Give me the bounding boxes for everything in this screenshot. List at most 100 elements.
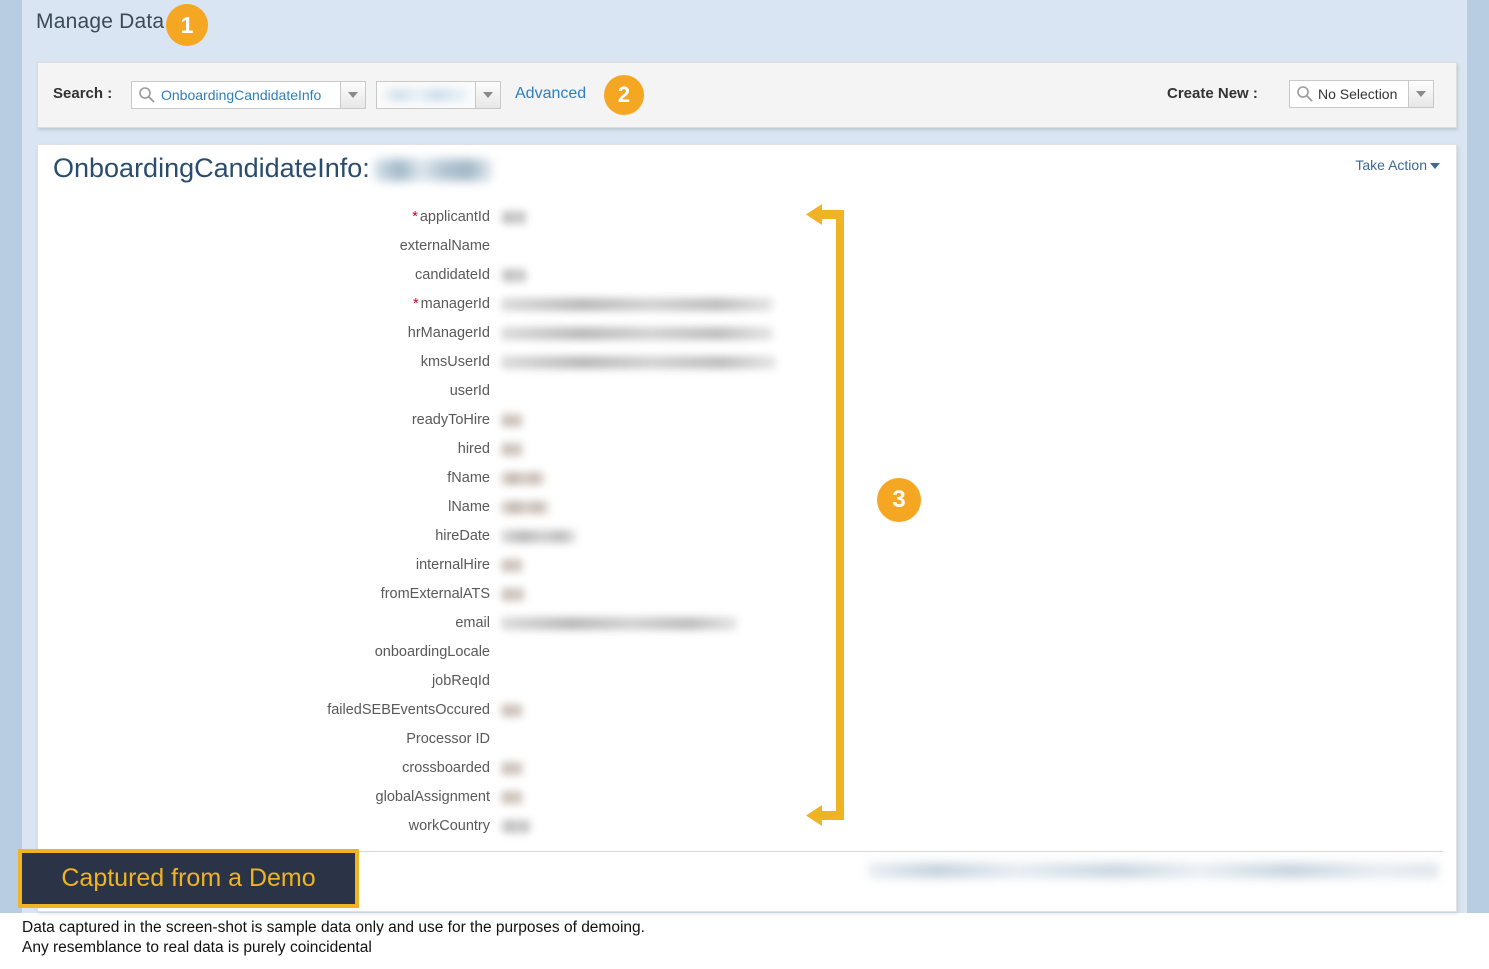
disclaimer-line-1: Data captured in the screen-shot is samp…: [22, 919, 645, 936]
disclaimer-line-2: Any resemblance to real data is purely c…: [22, 939, 372, 956]
field-row: userId: [38, 377, 1456, 406]
field-row: workCountry: [38, 812, 1456, 841]
field-label-text: crossboarded: [402, 760, 490, 776]
create-new-select[interactable]: No Selection: [1289, 80, 1434, 108]
field-row: email: [38, 609, 1456, 638]
field-value-redacted: [501, 588, 525, 601]
field-row: hireDate: [38, 522, 1456, 551]
field-value-redacted: [501, 704, 523, 717]
field-value-redacted: [501, 791, 523, 804]
field-value-redacted: [501, 617, 737, 630]
field-label-text: internalHire: [415, 557, 490, 573]
field-value-redacted: [501, 762, 523, 775]
field-value-redacted: [501, 211, 527, 224]
chevron-down-icon: [1430, 163, 1440, 170]
field-value-redacted: [501, 356, 776, 369]
field-label: fromExternalATS: [38, 580, 490, 609]
right-edge-strip: [1467, 0, 1489, 913]
field-row: onboardingLocale: [38, 638, 1456, 667]
create-new-value: No Selection: [1318, 86, 1398, 102]
field-row: * managerId: [38, 290, 1456, 319]
field-value-redacted: [501, 472, 545, 485]
field-label: * applicantId: [38, 203, 490, 232]
search-input[interactable]: OnboardingCandidateInfo: [131, 81, 366, 109]
advanced-search-link[interactable]: Advanced: [515, 85, 586, 103]
field-label-text: jobReqId: [431, 673, 490, 689]
field-value-redacted: [501, 559, 523, 572]
search-icon: [1297, 86, 1313, 102]
annotation-marker-2: 2: [604, 75, 644, 115]
field-row: lName: [38, 493, 1456, 522]
field-label: internalHire: [38, 551, 490, 580]
field-label-text: readyToHire: [411, 412, 490, 428]
record-type-dropdown-toggle[interactable]: [475, 82, 500, 108]
updated-by-text: [868, 863, 1438, 878]
field-label-text: globalAssignment: [375, 789, 490, 805]
record-type-select[interactable]: [376, 81, 501, 109]
record-field-list: * applicantId externalName candidateId * mana…: [38, 203, 1456, 841]
page-title: Manage Data: [36, 10, 165, 33]
field-label: userId: [38, 377, 490, 406]
field-label: hireDate: [38, 522, 490, 551]
disclaimer: Data captured in the screen-shot is samp…: [22, 918, 1222, 958]
field-label-text: applicantId: [419, 209, 490, 225]
field-label-text: kmsUserId: [420, 354, 490, 370]
annotation-marker-3: 3: [877, 478, 921, 522]
header-bar: Manage Data: [22, 0, 1467, 52]
field-label: readyToHire: [38, 406, 490, 435]
create-new-dropdown-toggle[interactable]: [1408, 81, 1433, 107]
record-card: OnboardingCandidateInfo: Take Action * ap…: [37, 144, 1457, 912]
record-name-redacted: [373, 158, 492, 181]
field-label-text: externalName: [399, 238, 490, 254]
field-row: kmsUserId: [38, 348, 1456, 377]
take-action-label: Take Action: [1355, 157, 1427, 173]
left-edge-strip: [0, 0, 22, 913]
search-dropdown-toggle[interactable]: [340, 82, 365, 108]
field-label-text: failedSEBEventsOccured: [327, 702, 490, 718]
record-entity-label: OnboardingCandidateInfo:: [53, 153, 370, 183]
field-label: failedSEBEventsOccured: [38, 696, 490, 725]
field-label: lName: [38, 493, 490, 522]
field-label: externalName: [38, 232, 490, 261]
field-label: workCountry: [38, 812, 490, 841]
field-label: fName: [38, 464, 490, 493]
chevron-down-icon: [1416, 91, 1426, 97]
field-label-text: managerId: [420, 296, 490, 312]
field-row: fromExternalATS: [38, 580, 1456, 609]
field-value-redacted: [501, 530, 576, 543]
field-label: kmsUserId: [38, 348, 490, 377]
create-new-label: Create New :: [1167, 85, 1258, 102]
field-value-redacted: [501, 298, 773, 311]
field-label-text: candidateId: [415, 267, 490, 283]
app-page: Manage Data 1 Search : OnboardingCandida…: [0, 0, 1489, 969]
field-row: Processor ID: [38, 725, 1456, 754]
field-label-text: fromExternalATS: [380, 586, 490, 602]
field-label-text: hired: [457, 441, 490, 457]
required-asterisk: *: [413, 296, 419, 312]
field-label-text: workCountry: [408, 818, 490, 834]
demo-badge: Captured from a Demo: [18, 849, 359, 908]
field-label: * managerId: [38, 290, 490, 319]
field-label-text: onboardingLocale: [374, 644, 490, 660]
field-row: hrManagerId: [38, 319, 1456, 348]
field-row: * applicantId: [38, 203, 1456, 232]
field-value-redacted: [501, 327, 773, 340]
field-label: hrManagerId: [38, 319, 490, 348]
demo-badge-label: Captured from a Demo: [61, 864, 316, 892]
chevron-down-icon: [348, 92, 358, 98]
field-label: hired: [38, 435, 490, 464]
field-label: crossboarded: [38, 754, 490, 783]
field-label: candidateId: [38, 261, 490, 290]
take-action-menu[interactable]: Take Action: [1355, 157, 1440, 173]
record-title: OnboardingCandidateInfo:: [53, 153, 492, 184]
field-value-redacted: [501, 443, 523, 456]
field-value-redacted: [501, 501, 549, 514]
field-label: email: [38, 609, 490, 638]
search-label: Search :: [53, 85, 113, 102]
field-row: candidateId: [38, 261, 1456, 290]
field-label-text: email: [455, 615, 490, 631]
search-icon: [139, 87, 155, 103]
field-label: jobReqId: [38, 667, 490, 696]
field-label-text: fName: [447, 470, 490, 486]
field-row: hired: [38, 435, 1456, 464]
